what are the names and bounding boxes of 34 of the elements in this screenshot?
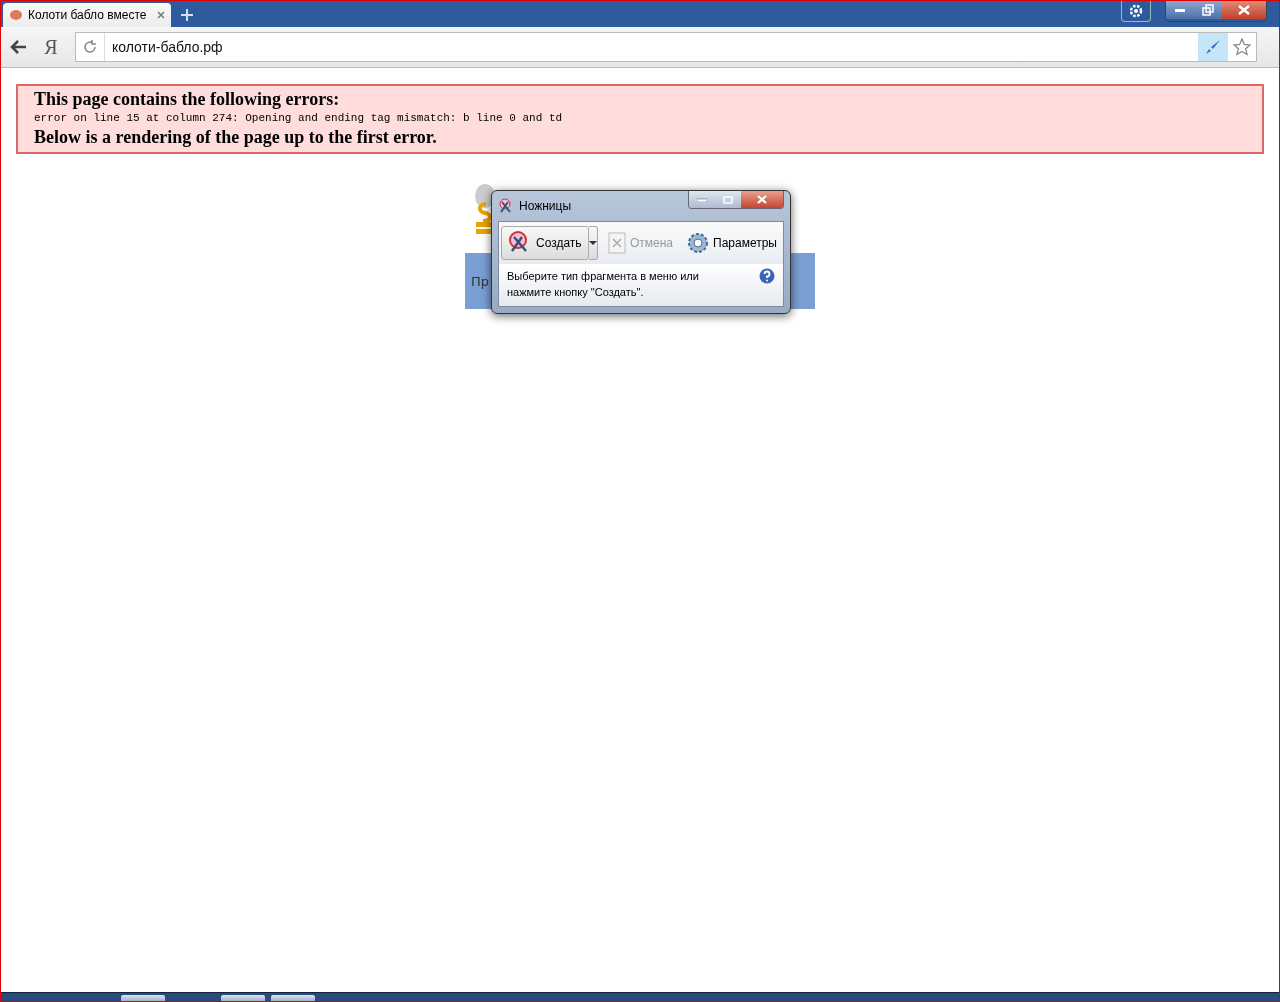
minimize-icon [697,197,707,202]
close-icon [1238,5,1250,15]
close-icon[interactable] [157,11,165,19]
minimize-button[interactable] [1166,1,1194,19]
minimize-icon [1174,7,1186,13]
dropdown-button[interactable] [588,226,598,260]
cancel-icon [607,232,626,254]
address-bar[interactable]: колоти-бабло.рф [75,32,1257,62]
url-text: колоти-бабло.рф [111,39,224,55]
close-button[interactable] [1222,1,1266,19]
caret-icon [588,241,597,245]
close-icon [757,195,767,204]
browser-tab[interactable]: Колоти бабло вместе [3,3,171,27]
instruction-text: Выберите тип фрагмента в меню или нажмите кнопку "Создать". [507,269,700,300]
help-icon[interactable] [759,268,775,284]
plus-icon[interactable] [179,7,195,23]
new-button[interactable]: Создать [501,226,589,260]
maximize-icon [723,195,733,204]
banner-text: Пр [471,273,490,289]
error-detail: error on line 15 at column 274: Opening and ending tag mismatch: b line 0 and td [34,111,564,126]
error-footer: Below is a rendering of the page up to the first error. [34,126,1246,148]
close-button[interactable] [741,191,783,208]
error-heading: This page contains the following errors: [34,88,341,110]
options-button[interactable]: Параметры [683,226,781,260]
settings-button[interactable] [1121,1,1151,22]
gear-icon [687,232,710,254]
back-icon[interactable] [9,39,27,55]
restore-icon [1202,4,1214,16]
restore-button[interactable] [1194,1,1222,19]
reload-icon[interactable] [83,40,97,54]
yandex-button[interactable]: Я [39,35,63,59]
gear-icon [1128,3,1144,19]
window-title: Ножницы [519,199,573,213]
star-icon[interactable] [1233,38,1251,56]
